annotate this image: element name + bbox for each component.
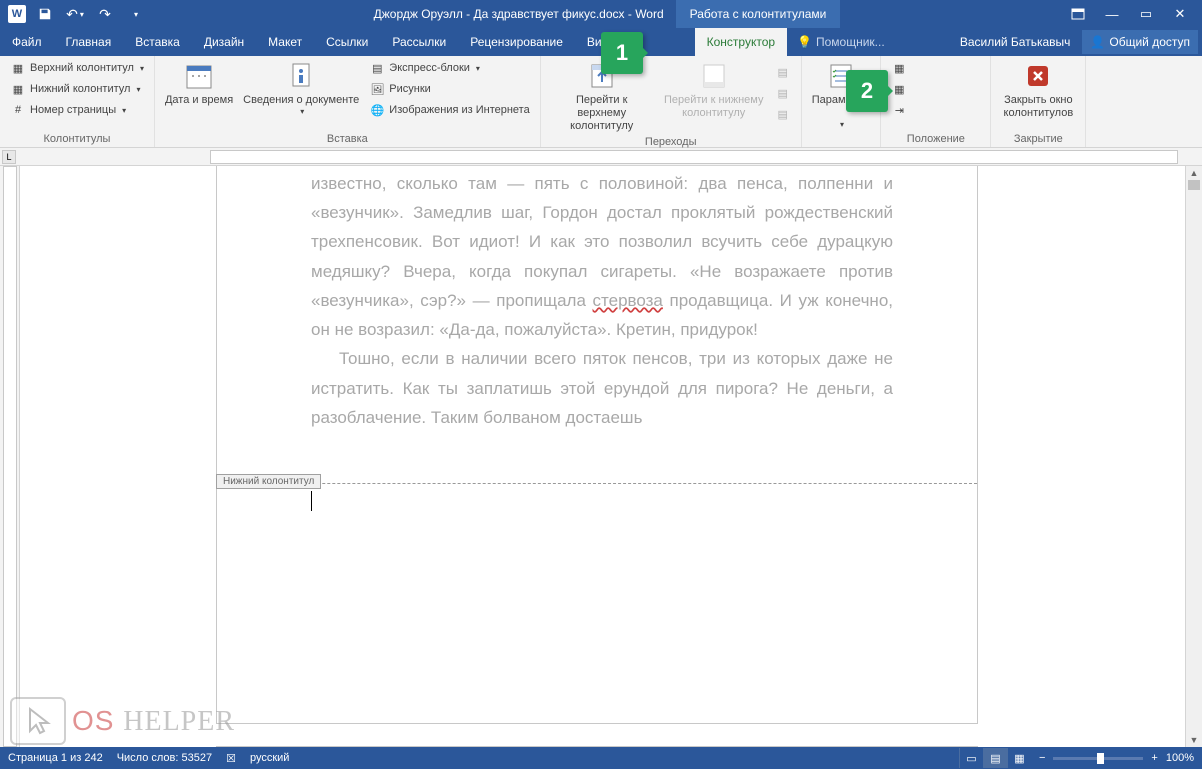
goto-footer-icon xyxy=(698,60,730,92)
undo-button[interactable]: ↶▾ xyxy=(64,3,86,25)
zoom-out-button[interactable]: − xyxy=(1039,752,1045,764)
web-layout-button[interactable]: ▦ xyxy=(1007,748,1031,768)
user-name[interactable]: Василий Батькавыч xyxy=(952,35,1079,49)
zoom-in-button[interactable]: + xyxy=(1151,752,1157,764)
print-layout-button[interactable]: ▤ xyxy=(983,748,1007,768)
group-label-close: Закрытие xyxy=(997,133,1079,147)
goto-footer-button: Перейти к нижнему колонтитулу xyxy=(659,58,769,122)
page-1: известно, сколько там — пять с половиной… xyxy=(216,166,978,724)
status-bar: Страница 1 из 242 Число слов: 53527 ☒ ру… xyxy=(0,747,1202,769)
page-number-button[interactable]: #Номер страницы▾ xyxy=(6,100,148,120)
group-label-headers: Колонтитулы xyxy=(6,133,148,147)
page-number-icon: # xyxy=(10,102,26,118)
online-pictures-icon: 🌐 xyxy=(369,102,385,118)
position-top[interactable]: ▦ xyxy=(887,58,911,78)
header-icon: ▦ xyxy=(10,60,26,76)
qat-customize[interactable]: ▾ xyxy=(124,3,146,25)
share-icon: 👤 xyxy=(1090,35,1105,49)
text-cursor xyxy=(311,491,312,511)
quick-parts-icon: ▤ xyxy=(369,60,385,76)
doc-info-icon xyxy=(285,60,317,92)
proofing-icon[interactable]: ☒ xyxy=(226,752,236,765)
quick-parts-button[interactable]: ▤Экспресс-блоки▾ xyxy=(365,58,533,78)
zoom-level[interactable]: 100% xyxy=(1166,752,1194,764)
group-label-insert: Вставка xyxy=(161,133,534,147)
tab-home[interactable]: Главная xyxy=(54,28,124,56)
vertical-ruler[interactable] xyxy=(0,166,20,747)
footer-icon: ▦ xyxy=(10,81,26,97)
scroll-thumb[interactable] xyxy=(1188,180,1200,190)
footer-tag: Нижний колонтитул xyxy=(216,474,321,489)
lightbulb-icon: 💡 xyxy=(797,35,812,49)
link-previous: ▤ xyxy=(771,104,795,124)
footer-boundary xyxy=(217,483,977,484)
body-text: известно, сколько там — пять с половиной… xyxy=(217,166,977,440)
scroll-down-arrow[interactable]: ▼ xyxy=(1186,733,1202,747)
callout-2: 2 xyxy=(846,70,888,112)
close-header-footer-button[interactable]: Закрыть окно колонтитулов xyxy=(997,58,1079,122)
vertical-scrollbar[interactable]: ▲ ▼ xyxy=(1185,166,1202,747)
minimize-button[interactable]: — xyxy=(1102,4,1122,24)
tab-constructor[interactable]: Конструктор xyxy=(695,28,787,56)
tab-mailings[interactable]: Рассылки xyxy=(380,28,458,56)
group-label-position: Положение xyxy=(887,133,984,147)
contextual-tab-label: Работа с колонтитулами xyxy=(676,0,841,28)
insert-alignment-tab[interactable]: ⇥ xyxy=(887,100,911,120)
tell-me-search[interactable]: 💡 Помощник... xyxy=(787,35,895,49)
read-mode-button[interactable]: ▭ xyxy=(959,748,983,768)
tab-insert[interactable]: Вставка xyxy=(123,28,192,56)
watermark-logo: OS HELPER xyxy=(10,697,235,745)
tab-references[interactable]: Ссылки xyxy=(314,28,380,56)
scroll-up-arrow[interactable]: ▲ xyxy=(1186,166,1202,180)
title-bar: W ↶▾ ↷ ▾ Джордж Оруэлл - Да здравствует … xyxy=(0,0,1202,28)
page-count[interactable]: Страница 1 из 242 xyxy=(8,752,103,764)
document-info-button[interactable]: Сведения о документе▾ xyxy=(239,58,363,119)
tab-file[interactable]: Файл xyxy=(0,28,54,56)
word-count[interactable]: Число слов: 53527 xyxy=(117,752,212,764)
prev-section: ▤ xyxy=(771,62,795,82)
maximize-button[interactable]: ▭ xyxy=(1136,4,1156,24)
document-title: Джордж Оруэлл - Да здравствует фикус.doc… xyxy=(374,7,664,21)
ribbon-display-options[interactable] xyxy=(1068,4,1088,24)
zoom-slider[interactable] xyxy=(1053,757,1143,760)
tab-design[interactable]: Дизайн xyxy=(192,28,256,56)
zoom-thumb[interactable] xyxy=(1097,753,1104,764)
language-status[interactable]: русский xyxy=(250,752,289,764)
online-pictures-button[interactable]: 🌐Изображения из Интернета xyxy=(365,100,533,120)
cursor-icon xyxy=(10,697,66,745)
share-button[interactable]: 👤 Общий доступ xyxy=(1082,30,1198,54)
pictures-button[interactable]: 🖼Рисунки xyxy=(365,79,533,99)
close-window-button[interactable]: ✕ xyxy=(1170,4,1190,24)
document-area[interactable]: известно, сколько там — пять с половиной… xyxy=(20,166,1202,747)
tab-layout[interactable]: Макет xyxy=(256,28,314,56)
pictures-icon: 🖼 xyxy=(369,81,385,97)
word-app-icon: W xyxy=(8,5,26,23)
close-icon xyxy=(1022,60,1054,92)
spelling-error: стервоза xyxy=(593,291,663,310)
document-workspace: известно, сколько там — пять с половиной… xyxy=(0,166,1202,747)
tab-review[interactable]: Рецензирование xyxy=(458,28,575,56)
redo-button[interactable]: ↷ xyxy=(94,3,116,25)
horizontal-ruler[interactable]: L xyxy=(0,148,1202,166)
tab-selector[interactable]: L xyxy=(2,150,16,164)
calendar-icon xyxy=(183,60,215,92)
save-button[interactable] xyxy=(34,3,56,25)
next-section: ▤ xyxy=(771,83,795,103)
header-button[interactable]: ▦Верхний колонтитул▾ xyxy=(6,58,148,78)
footer-button[interactable]: ▦Нижний колонтитул▾ xyxy=(6,79,148,99)
callout-1: 1 xyxy=(601,32,643,74)
date-time-button[interactable]: Дата и время xyxy=(161,58,237,109)
